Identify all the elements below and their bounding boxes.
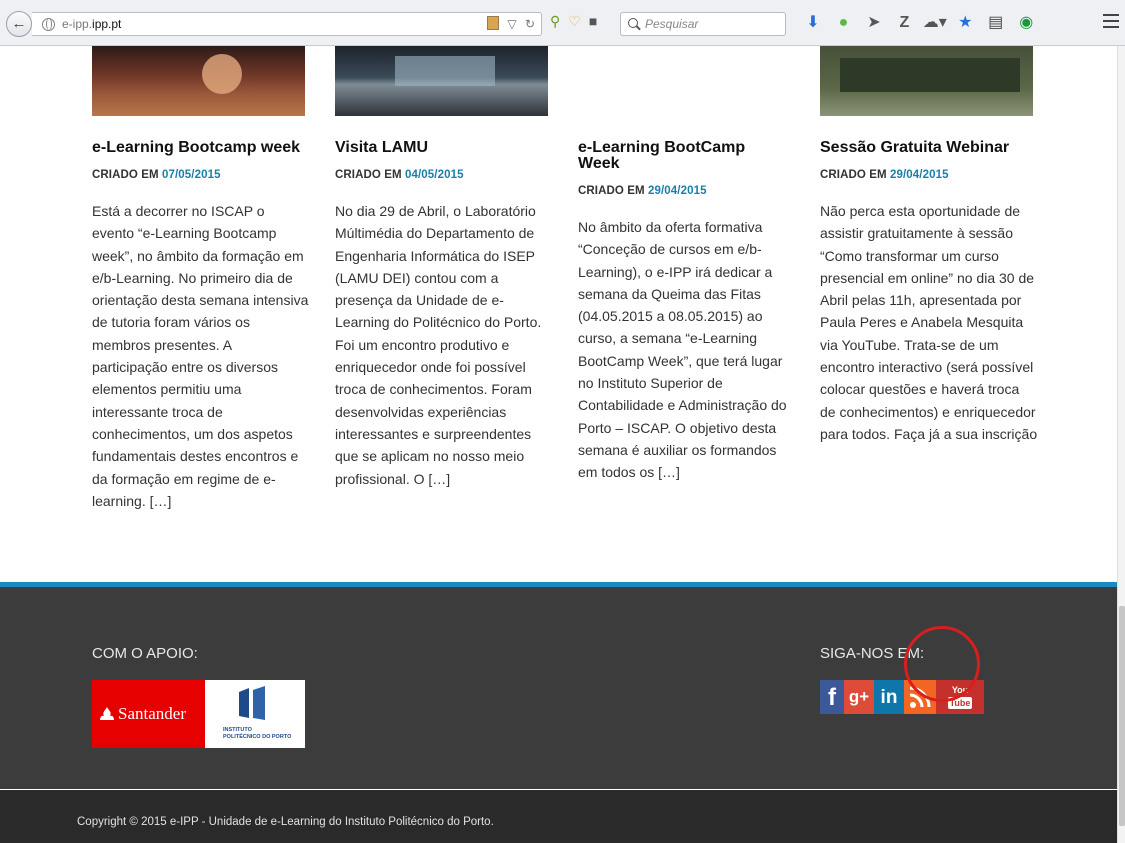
article-meta: CRIADO EM 04/05/2015 <box>335 169 553 181</box>
dropdown-icon[interactable]: ▽ <box>507 17 516 31</box>
url-text: e-ipp.ipp.pt <box>62 17 122 31</box>
article-date[interactable]: 29/04/2015 <box>890 169 949 181</box>
created-label: CRIADO EM <box>92 169 159 181</box>
extension-icons: ⚲ ♡ ■ <box>550 13 605 30</box>
search-icon <box>628 18 638 28</box>
article-date[interactable]: 07/05/2015 <box>162 169 221 181</box>
zotero-icon[interactable]: Z <box>891 11 917 35</box>
download-icon[interactable]: ⬇ <box>800 11 826 35</box>
article-card: e-Learning BootCamp Week CRIADO EM 29/04… <box>578 46 788 484</box>
article-excerpt: No âmbito da oferta formativa “Conceção … <box>578 219 787 481</box>
copyright-text: Copyright © 2015 e-IPP - Unidade de e-Le… <box>77 816 494 828</box>
article-card: Sessão Gratuita Webinar CRIADO EM 29/04/… <box>820 46 1038 445</box>
browser-toolbar: ← e-ipp.ipp.pt ▽ ↻ ⚲ ♡ ■ Pesquisar ⬇ ● ➤ Z… <box>0 0 1125 46</box>
globe-icon <box>42 18 55 31</box>
article-meta: CRIADO EM 07/05/2015 <box>92 169 310 181</box>
send-icon[interactable]: ➤ <box>861 11 887 35</box>
pin-extension-icon[interactable]: ♡ <box>568 13 581 29</box>
article-title[interactable]: Visita LAMU <box>335 140 553 156</box>
santander-flame-icon <box>100 707 114 720</box>
bookmark-star-icon[interactable]: ★ <box>952 11 978 35</box>
lock-extension-icon[interactable]: ■ <box>589 13 597 29</box>
cloud-icon[interactable]: ☁▾ <box>922 11 948 35</box>
googleplus-icon[interactable]: g+ <box>844 680 874 714</box>
toolbar-icons: ⬇ ● ➤ Z ☁▾ ★ ▤ ◉ <box>800 11 1039 35</box>
article-image[interactable] <box>335 46 548 116</box>
url-actions: ▽ ↻ <box>482 16 535 31</box>
created-label: CRIADO EM <box>335 169 402 181</box>
article-excerpt: Não perca esta oportunidade de assistir … <box>820 203 1038 442</box>
reload-icon[interactable]: ↻ <box>525 17 535 31</box>
article-image-spacer <box>578 46 788 116</box>
article-card: e-Learning Bootcamp week CRIADO EM 07/05… <box>92 46 310 512</box>
url-bar[interactable]: e-ipp.ipp.pt ▽ ↻ <box>32 12 542 36</box>
article-card: Visita LAMU CRIADO EM 04/05/2015 No dia … <box>335 46 553 490</box>
article-title[interactable]: e-Learning BootCamp Week <box>578 140 788 172</box>
ipp-emblem-icon <box>239 686 265 720</box>
menu-icon[interactable] <box>1103 14 1119 28</box>
green-circle-icon[interactable]: ● <box>830 11 856 35</box>
article-title[interactable]: e-Learning Bootcamp week <box>92 140 310 156</box>
scrollbar-thumb[interactable] <box>1119 606 1125 826</box>
ipp-text: INSTITUTO POLITÉCNICO DO PORTO <box>223 727 292 740</box>
page-scrollbar[interactable] <box>1117 46 1125 843</box>
bookmarks-list-icon[interactable]: ▤ <box>983 11 1009 35</box>
article-date[interactable]: 04/05/2015 <box>405 169 464 181</box>
article-image[interactable] <box>820 46 1033 116</box>
reader-view-icon[interactable] <box>487 16 500 30</box>
article-image[interactable] <box>92 46 305 116</box>
magnifier-extension-icon[interactable]: ⚲ <box>550 13 560 29</box>
article-meta: CRIADO EM 29/04/2015 <box>820 169 1038 181</box>
article-date[interactable]: 29/04/2015 <box>648 185 707 197</box>
linkedin-icon[interactable]: in <box>874 680 904 714</box>
search-box[interactable]: Pesquisar <box>620 12 786 36</box>
back-button[interactable]: ← <box>6 11 32 37</box>
back-arrow-icon: ← <box>11 15 27 32</box>
annotation-circle <box>904 626 980 702</box>
article-excerpt: No dia 29 de Abril, o Laboratório Múltim… <box>335 203 542 487</box>
ipp-logo[interactable]: INSTITUTO POLITÉCNICO DO PORTO <box>205 680 305 748</box>
search-placeholder: Pesquisar <box>645 17 699 31</box>
support-label: COM O APOIO: <box>92 645 198 662</box>
copyright-bar: Copyright © 2015 e-IPP - Unidade de e-Le… <box>0 790 1117 843</box>
created-label: CRIADO EM <box>820 169 887 181</box>
created-label: CRIADO EM <box>578 185 645 197</box>
santander-text: Santander <box>118 704 186 723</box>
article-excerpt: Está a decorrer no ISCAP o evento “e-Lea… <box>92 203 309 509</box>
santander-logo[interactable]: Santander <box>92 680 205 748</box>
facebook-icon[interactable]: f <box>820 680 844 714</box>
sponsor-logos[interactable]: Santander INSTITUTO POLITÉCNICO DO PORTO <box>92 680 305 748</box>
article-meta: CRIADO EM 29/04/2015 <box>578 185 788 197</box>
shield-icon[interactable]: ◉ <box>1013 11 1039 35</box>
article-title[interactable]: Sessão Gratuita Webinar <box>820 140 1038 156</box>
